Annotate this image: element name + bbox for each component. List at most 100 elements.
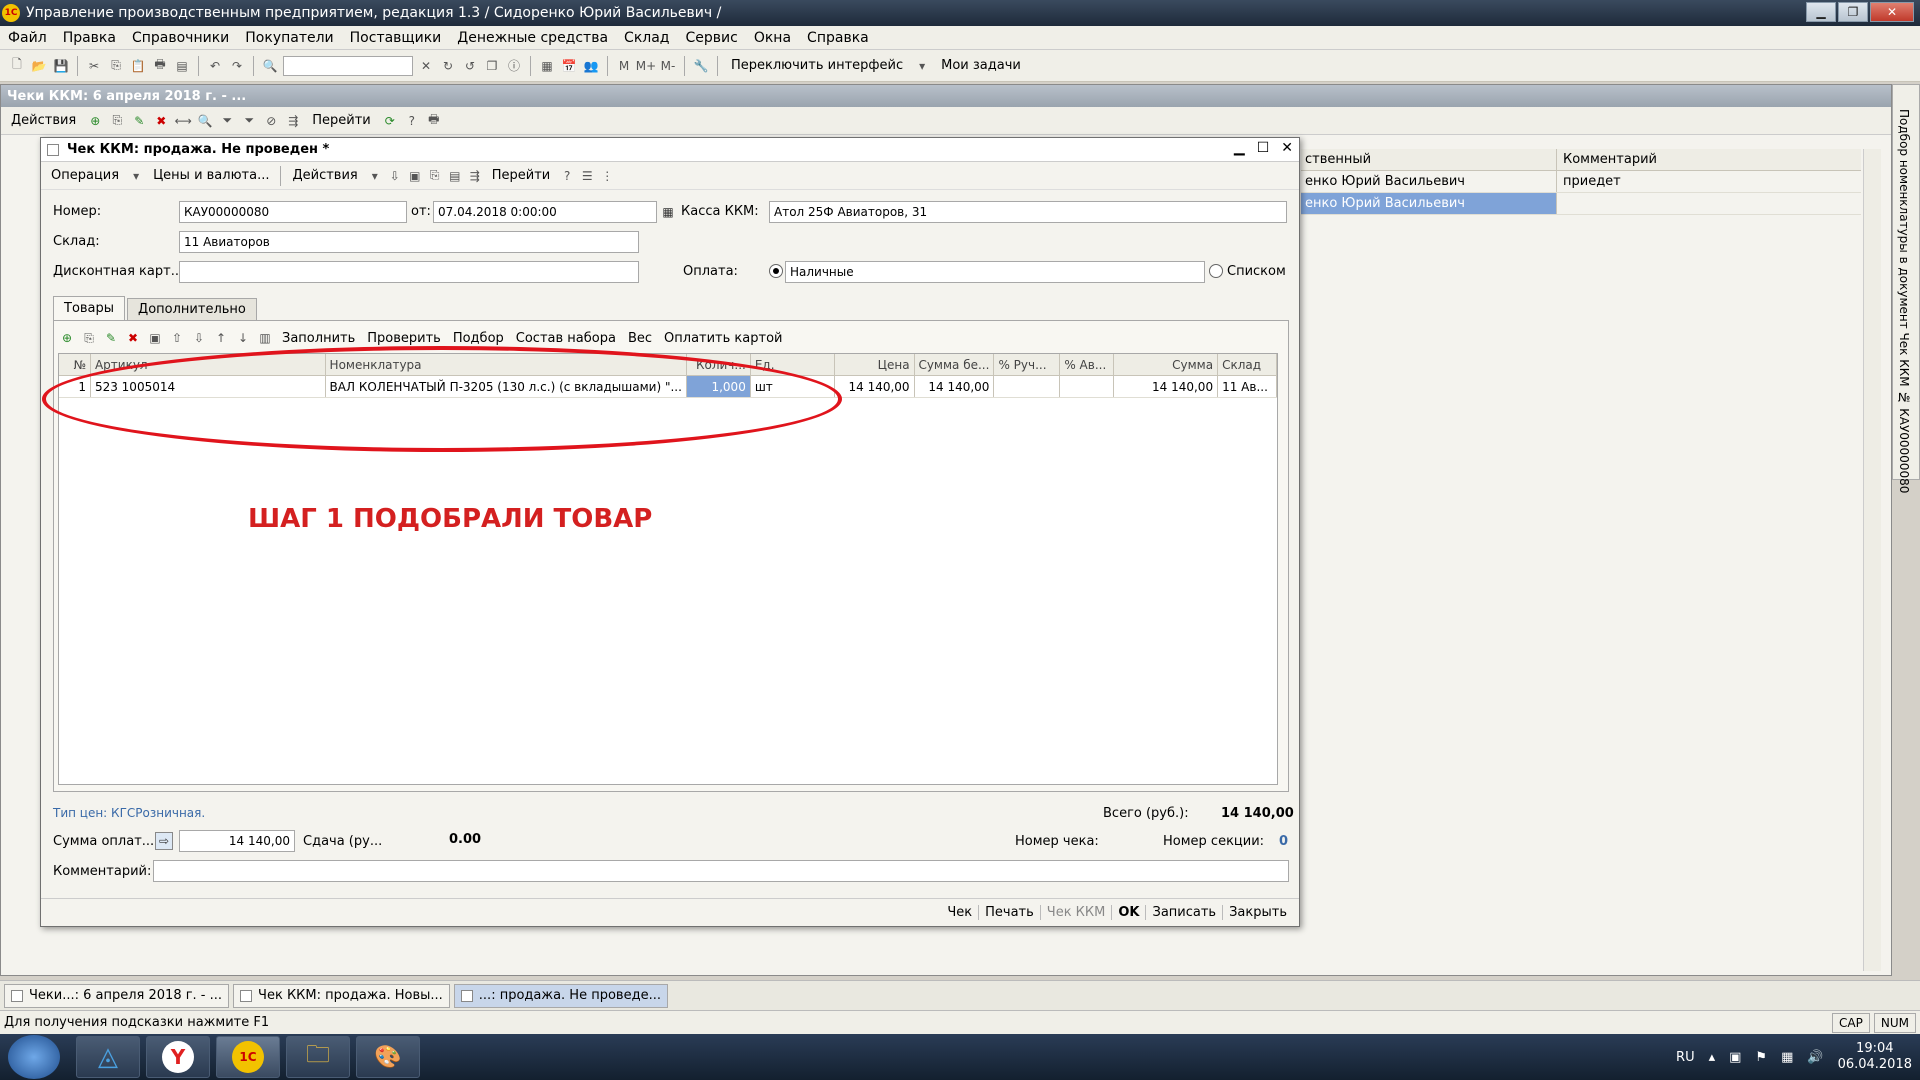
sort-desc-icon[interactable]: ↓ <box>234 329 252 347</box>
memory-minus-icon[interactable]: M- <box>659 57 677 75</box>
dialog-actions-menu[interactable]: Действия <box>286 168 363 183</box>
copy-doc-icon[interactable]: ⎘ <box>426 167 444 185</box>
structure-icon[interactable]: ⇶ <box>284 112 302 130</box>
edit-icon[interactable]: ✎ <box>130 112 148 130</box>
memory-m-icon[interactable]: M <box>615 57 633 75</box>
new-doc-icon[interactable]: 🗋 <box>8 57 26 75</box>
start-button[interactable] <box>8 1035 60 1079</box>
refresh-icon[interactable]: ⟳ <box>381 112 399 130</box>
payment-cash-radio[interactable] <box>769 264 783 278</box>
col-warehouse[interactable]: Склад <box>1218 354 1277 375</box>
paste-icon[interactable]: 📋 <box>129 57 147 75</box>
goto-menu[interactable]: Перейти <box>306 113 377 128</box>
col-sum-without-discount[interactable]: Сумма бе... <box>915 354 995 375</box>
search-icon[interactable]: 🔍 <box>261 57 279 75</box>
print-button[interactable]: Печать <box>979 905 1041 920</box>
chevron-down-icon[interactable]: ▾ <box>913 57 931 75</box>
based-on-icon[interactable]: ▤ <box>446 167 464 185</box>
menu-help[interactable]: Справка <box>799 30 877 46</box>
end-edit-icon[interactable]: ▣ <box>146 329 164 347</box>
filter-icon[interactable]: ⏷ <box>218 112 236 130</box>
column-header-comment[interactable]: Комментарий <box>1557 149 1861 170</box>
copy-icon[interactable]: ⎘ <box>107 57 125 75</box>
dialog-maximize-button[interactable]: ☐ <box>1257 140 1270 156</box>
save-icon[interactable]: 💾 <box>52 57 70 75</box>
info-icon[interactable]: ⓘ <box>505 57 523 75</box>
post-icon[interactable]: ⇩ <box>386 167 404 185</box>
save-button[interactable]: Записать <box>1146 905 1224 920</box>
menu-money[interactable]: Денежные средства <box>449 30 616 46</box>
check-kkm-button[interactable]: Чек ККМ <box>1041 905 1113 920</box>
users-icon[interactable]: 👥 <box>582 57 600 75</box>
preview-icon[interactable]: ▤ <box>173 57 191 75</box>
calendar-icon[interactable]: 📅 <box>560 57 578 75</box>
settings-list-icon[interactable]: ⋮ <box>598 167 616 185</box>
edit-row-icon[interactable]: ✎ <box>102 329 120 347</box>
move-down-icon[interactable]: ⇩ <box>190 329 208 347</box>
task-checks-list[interactable]: Чеки...: 6 апреля 2018 г. - ... <box>4 983 230 1008</box>
find-next-icon[interactable]: ↻ <box>439 57 457 75</box>
my-tasks-button[interactable]: Мои задачи <box>935 58 1027 73</box>
clock[interactable]: 19:04 06.04.2018 <box>1838 1041 1912 1073</box>
filter-off-icon[interactable]: ⊘ <box>262 112 280 130</box>
structure-icon[interactable]: ⇶ <box>466 167 484 185</box>
copy-row-icon[interactable]: ⎘ <box>80 329 98 347</box>
table-row[interactable]: енко Юрий Васильевич <box>1301 193 1861 215</box>
menu-references[interactable]: Справочники <box>124 30 237 46</box>
kit-button[interactable]: Состав набора <box>512 331 620 346</box>
volume-icon[interactable]: 🔊 <box>1807 1050 1823 1065</box>
number-field[interactable]: КАУ00000080 <box>179 201 407 223</box>
col-sum[interactable]: Сумма <box>1114 354 1219 375</box>
sklad-field[interactable]: 11 Авиаторов <box>179 231 639 253</box>
col-price[interactable]: Цена <box>835 354 915 375</box>
print-icon[interactable]: 🖶 <box>425 112 443 130</box>
print-icon[interactable]: 🖶 <box>151 57 169 75</box>
tab-goods[interactable]: Товары <box>53 296 126 320</box>
move-up-icon[interactable]: ⇧ <box>168 329 186 347</box>
flag-icon[interactable]: ⚑ <box>1755 1050 1767 1065</box>
menu-service[interactable]: Сервис <box>678 30 746 46</box>
list-icon[interactable]: ☰ <box>578 167 596 185</box>
check-menu[interactable]: Проверить <box>363 331 445 346</box>
payment-list-radio[interactable] <box>1209 264 1223 278</box>
paid-field[interactable]: 14 140,00 <box>179 830 295 852</box>
barcode-icon[interactable]: ▥ <box>256 329 274 347</box>
kassa-field[interactable]: Атол 25Ф Авиаторов, 31 <box>769 201 1287 223</box>
menu-edit[interactable]: Правка <box>55 30 124 46</box>
taskbar-app-yandex[interactable]: Y <box>146 1036 210 1078</box>
taskbar-app-paint[interactable]: 🎨 <box>356 1036 420 1078</box>
delete-icon[interactable]: ✖ <box>152 112 170 130</box>
discount-card-field[interactable] <box>179 261 639 283</box>
menu-buyers[interactable]: Покупатели <box>237 30 341 46</box>
column-header-responsible[interactable]: ственный <box>1301 149 1557 170</box>
search-input[interactable] <box>283 55 413 76</box>
dialog-close-button[interactable]: ✕ <box>1281 140 1293 156</box>
tab-additional[interactable]: Дополнительно <box>127 298 257 320</box>
find-icon[interactable]: 🔍 <box>196 112 214 130</box>
actions-menu[interactable]: Действия <box>5 113 82 128</box>
help-icon[interactable]: ? <box>558 167 576 185</box>
payment-list-label[interactable]: Списком <box>1227 264 1286 279</box>
undo-icon[interactable]: ↶ <box>206 57 224 75</box>
menu-warehouse[interactable]: Склад <box>616 30 677 46</box>
close-dialog-button[interactable]: Закрыть <box>1223 905 1293 920</box>
task-check-current[interactable]: ...: продажа. Не проведе... <box>453 983 668 1008</box>
pay-card-button[interactable]: Оплатить картой <box>660 331 786 346</box>
add-row-icon[interactable]: ⊕ <box>58 329 76 347</box>
windows-icon[interactable]: ❐ <box>483 57 501 75</box>
language-indicator[interactable]: RU <box>1676 1050 1695 1065</box>
comment-field[interactable] <box>153 860 1289 882</box>
help-icon[interactable]: ? <box>403 112 421 130</box>
tools-icon[interactable]: 🔧 <box>692 57 710 75</box>
checks-list-scrollbar[interactable] <box>1863 149 1881 971</box>
copy-doc-icon[interactable]: ⎘ <box>108 112 126 130</box>
col-number[interactable]: № <box>59 354 91 375</box>
network-app-icon[interactable]: ▣ <box>1729 1050 1741 1065</box>
pick-button[interactable]: Подбор <box>449 331 508 346</box>
calculator-icon[interactable]: ▦ <box>538 57 556 75</box>
delete-row-icon[interactable]: ✖ <box>124 329 142 347</box>
check-button[interactable]: Чек <box>941 905 980 920</box>
menu-file[interactable]: Файл <box>0 30 55 46</box>
interval-icon[interactable]: ⟷ <box>174 112 192 130</box>
network-icon[interactable]: ▦ <box>1781 1050 1793 1065</box>
